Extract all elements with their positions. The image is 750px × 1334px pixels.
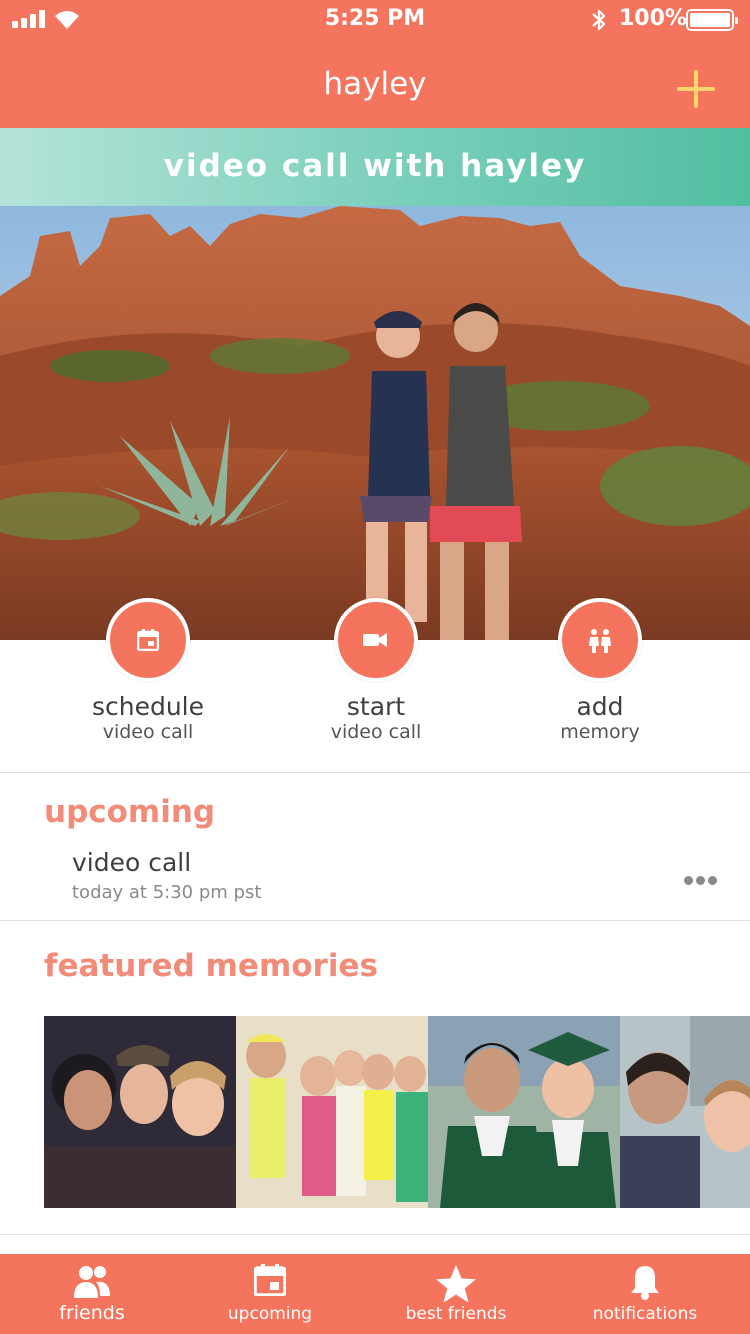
start-video-call-button[interactable]: start video call	[266, 598, 486, 743]
action-subtitle: video call	[102, 721, 194, 743]
memory-photo[interactable]	[44, 1016, 236, 1208]
divider	[0, 772, 750, 773]
memory-photo[interactable]	[428, 1016, 620, 1208]
tab-upcoming[interactable]: upcoming	[208, 1254, 332, 1334]
memory-photo[interactable]	[620, 1016, 750, 1208]
add-memory-button[interactable]: add memory	[490, 598, 710, 743]
start-circle	[334, 598, 418, 682]
tab-notifications[interactable]: notifications	[580, 1254, 710, 1334]
featured-memories-heading: featured memories	[44, 948, 378, 984]
battery-percent: 100%	[619, 6, 687, 31]
video-call-banner[interactable]: video call with hayley	[0, 128, 750, 206]
tab-label: upcoming	[227, 1304, 313, 1324]
featured-memories-carousel[interactable]	[44, 1016, 750, 1208]
tab-best-friends[interactable]: best friends	[392, 1254, 520, 1334]
people-icon	[589, 629, 611, 653]
tab-label: friends	[59, 1302, 125, 1324]
divider	[0, 920, 750, 921]
calendar-icon	[254, 1264, 286, 1296]
plus-icon[interactable]	[672, 66, 720, 114]
event-title[interactable]: video call	[72, 848, 191, 877]
star-icon	[436, 1265, 476, 1303]
upcoming-heading: upcoming	[44, 794, 216, 830]
action-title: start	[346, 692, 406, 721]
action-subtitle: memory	[560, 721, 640, 743]
tab-bar: friends upcoming best friends notificati…	[0, 1254, 750, 1334]
more-options-icon[interactable]	[680, 874, 720, 888]
friends-icon	[74, 1266, 110, 1298]
video-camera-icon	[363, 633, 387, 647]
action-title: schedule	[91, 692, 205, 721]
page-title: hayley	[323, 66, 427, 102]
profile-hero-photo	[0, 206, 750, 640]
schedule-circle	[106, 598, 190, 682]
bluetooth-icon	[592, 9, 606, 31]
schedule-video-call-button[interactable]: schedule video call	[38, 598, 258, 743]
status-bar: 5:25 PM 100%	[0, 0, 750, 40]
bell-icon	[631, 1266, 659, 1300]
divider	[0, 1234, 750, 1235]
battery-icon	[686, 9, 738, 31]
calendar-icon	[137, 629, 159, 651]
tab-label: best friends	[405, 1304, 507, 1324]
action-subtitle: video call	[330, 721, 422, 743]
tab-label: notifications	[592, 1304, 698, 1324]
event-time: today at 5:30 pm pst	[72, 882, 262, 903]
add-memory-circle	[558, 598, 642, 682]
action-title: add	[576, 692, 624, 721]
banner-text: video call with hayley	[163, 148, 587, 184]
nav-bar: hayley	[0, 40, 750, 128]
tab-friends[interactable]: friends	[30, 1254, 154, 1334]
memory-photo[interactable]	[236, 1016, 428, 1208]
